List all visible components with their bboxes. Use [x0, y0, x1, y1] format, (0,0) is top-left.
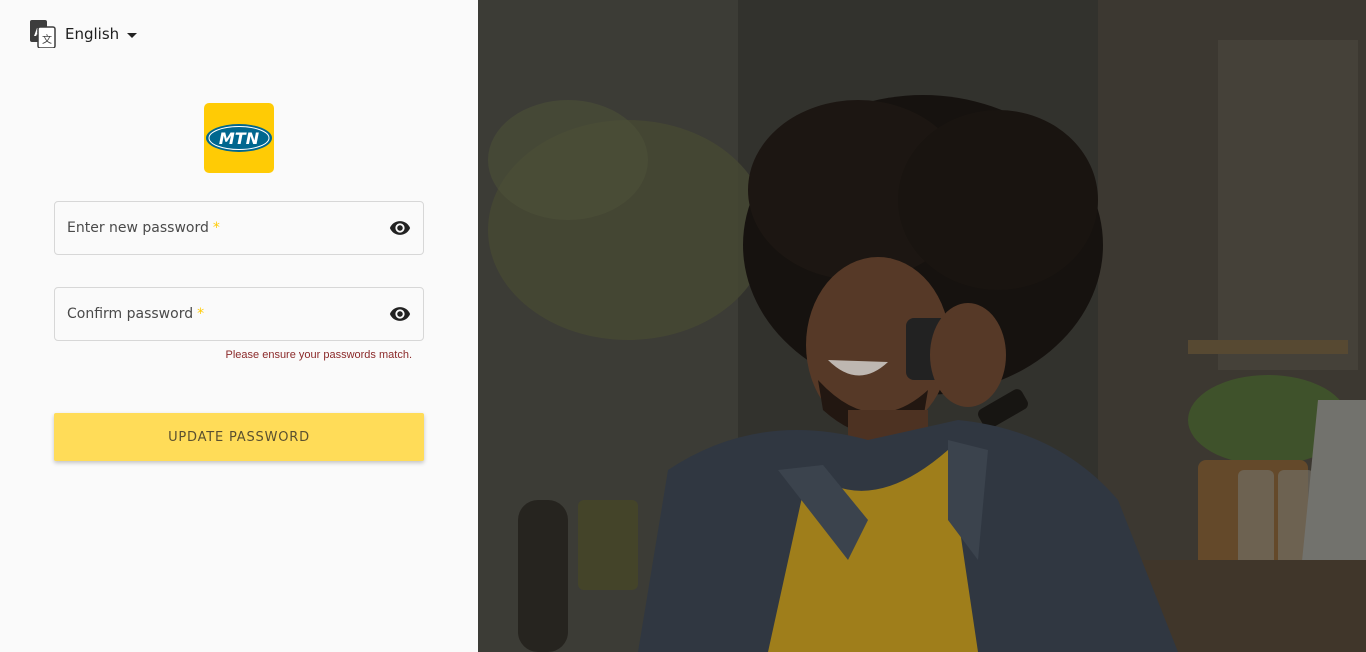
update-password-button[interactable]: UPDATE PASSWORD	[54, 413, 424, 461]
language-label: English	[65, 25, 120, 43]
required-mark: *	[197, 306, 205, 322]
language-selector[interactable]: A 文 English	[30, 20, 138, 49]
hero-image	[478, 0, 1366, 652]
chevron-down-icon	[127, 32, 138, 38]
svg-text:文: 文	[42, 33, 52, 46]
confirm-password-label: Confirm password *	[67, 306, 205, 322]
password-mismatch-error: Please ensure your passwords match.	[225, 349, 412, 361]
new-password-label: Enter new password *	[67, 220, 220, 236]
translate-icon: A 文	[30, 20, 56, 49]
eye-icon[interactable]	[389, 217, 411, 239]
login-panel: A 文 English MTN Enter new password* Conf…	[0, 0, 478, 652]
new-password-field[interactable]: Enter new password *	[54, 201, 424, 255]
confirm-password-field[interactable]: Confirm password *	[54, 287, 424, 341]
mtn-logo: MTN	[204, 103, 274, 173]
svg-text:MTN: MTN	[219, 129, 260, 148]
required-mark: *	[212, 220, 220, 236]
eye-icon[interactable]	[389, 303, 411, 325]
